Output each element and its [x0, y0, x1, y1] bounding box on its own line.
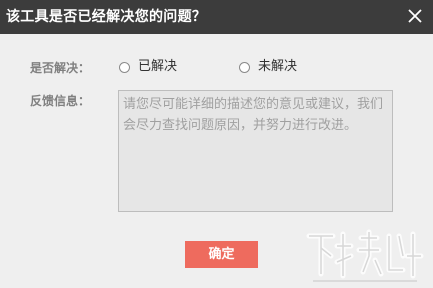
solved-label: 是否解决：: [30, 61, 91, 75]
feedback-textarea[interactable]: [118, 90, 393, 212]
radio-unsolved[interactable]: 未解决: [239, 59, 297, 75]
radio-solved[interactable]: 已解决: [119, 59, 177, 75]
radio-solved-label: 已解决: [138, 59, 178, 74]
feedback-label: 反馈信息：: [30, 94, 91, 108]
radio-unsolved-label: 未解决: [258, 59, 298, 74]
close-button[interactable]: [405, 6, 425, 26]
title-bar: 该工具是否已经解决您的问题？: [0, 0, 433, 34]
ok-button[interactable]: 确定: [185, 241, 258, 268]
radio-unsolved-circle[interactable]: [239, 61, 250, 73]
dialog-title: 该工具是否已经解决您的问题？: [6, 9, 207, 25]
radio-solved-circle[interactable]: [119, 61, 130, 73]
close-icon: [408, 9, 422, 23]
watermark-logo: [306, 229, 424, 282]
feedback-dialog: 该工具是否已经解决您的问题？ 是否解决： 已解决 未解决 反馈信息： 确定: [0, 0, 433, 288]
